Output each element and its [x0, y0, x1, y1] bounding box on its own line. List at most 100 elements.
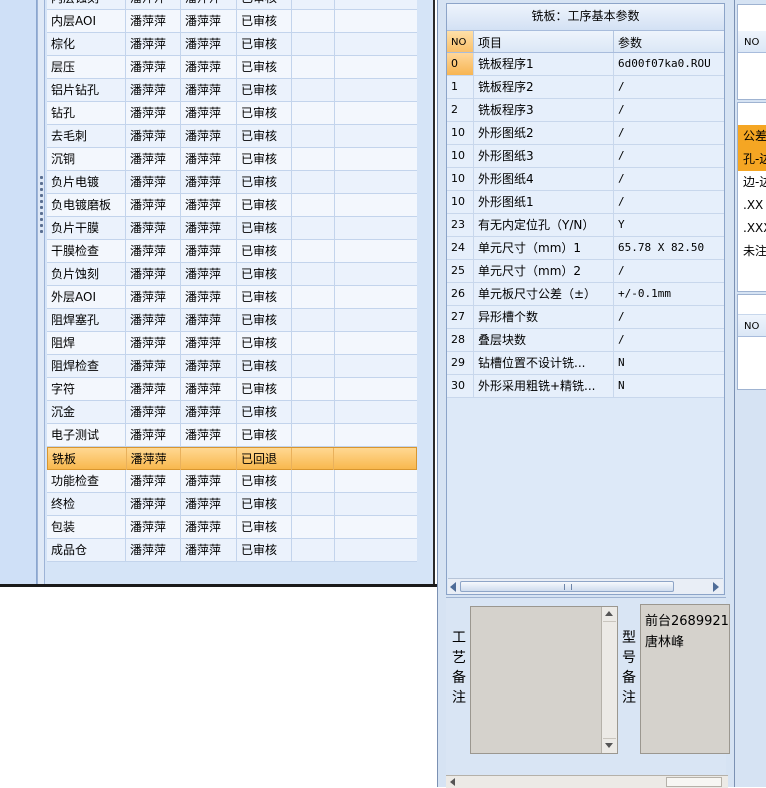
reviewer-cell[interactable]: 潘萍萍 [181, 378, 237, 400]
reviewer-cell[interactable]: 潘萍萍 [181, 217, 237, 239]
creator-cell[interactable]: 潘萍萍 [126, 79, 181, 101]
param-item-cell[interactable]: 铣板程序1 [474, 53, 614, 75]
reviewer-cell[interactable]: 潘萍萍 [181, 309, 237, 331]
table-row[interactable]: 终检 潘萍萍 潘萍萍 已审核 [47, 493, 417, 516]
table-row-selected[interactable]: 铣板 潘萍萍 已回退 [47, 447, 417, 470]
creator-cell[interactable]: 潘萍萍 [126, 470, 181, 492]
param-no-cell[interactable]: 30 [447, 375, 474, 397]
horizontal-scrollbar[interactable] [448, 578, 723, 594]
table-row[interactable]: 内层AOI 潘萍萍 潘萍萍 已审核 [47, 10, 417, 33]
creator-cell[interactable]: 潘萍萍 [126, 125, 181, 147]
process-name-cell[interactable]: 负电镀磨板 [47, 194, 126, 216]
column-header-no[interactable]: NO [738, 315, 766, 337]
creator-cell[interactable]: 潘萍萍 [126, 194, 181, 216]
status-cell[interactable]: 已审核 [237, 470, 292, 492]
process-name-cell[interactable]: 干膜检查 [47, 240, 126, 262]
pane-splitter[interactable] [37, 0, 45, 584]
param-row[interactable]: 1 铣板程序2/ [447, 76, 724, 99]
table-row[interactable]: 字符 潘萍萍 潘萍萍 已审核 [47, 378, 417, 401]
empty-cell[interactable] [335, 355, 417, 377]
reviewer-cell[interactable]: 潘萍萍 [181, 125, 237, 147]
param-value-cell[interactable]: / [614, 260, 724, 282]
param-no-cell[interactable]: 25 [447, 260, 474, 282]
reviewer-cell[interactable]: 潘萍萍 [181, 148, 237, 170]
reviewer-cell[interactable]: 潘萍萍 [181, 33, 237, 55]
process-name-cell[interactable]: 负片蚀刻 [47, 263, 126, 285]
table-row[interactable]: 去毛刺 潘萍萍 潘萍萍 已审核 [47, 125, 417, 148]
empty-cell[interactable] [335, 171, 417, 193]
creator-cell[interactable]: 潘萍萍 [126, 171, 181, 193]
status-cell[interactable]: 已审核 [237, 240, 292, 262]
empty-cell[interactable] [335, 240, 417, 262]
table-row[interactable]: 电子测试 潘萍萍 潘萍萍 已审核 [47, 424, 417, 447]
creator-cell[interactable]: 潘萍萍 [126, 56, 181, 78]
empty-cell[interactable] [292, 470, 335, 492]
param-row[interactable]: 10 外形图纸4/ [447, 168, 724, 191]
creator-cell[interactable]: 潘萍萍 [126, 0, 181, 9]
param-row[interactable]: 28 叠层块数 / [447, 329, 724, 352]
process-name-cell[interactable]: 阻焊 [47, 332, 126, 354]
empty-cell[interactable] [335, 286, 417, 308]
status-cell[interactable]: 已回退 [237, 448, 292, 470]
status-cell[interactable]: 已审核 [237, 56, 292, 78]
param-value-cell[interactable]: N [614, 352, 724, 374]
empty-cell[interactable] [335, 56, 417, 78]
reviewer-cell[interactable]: 潘萍萍 [181, 194, 237, 216]
empty-cell[interactable] [292, 194, 335, 216]
empty-cell[interactable] [292, 424, 335, 446]
process-name-cell[interactable]: 内层蚀刻 [47, 0, 126, 9]
param-row[interactable]: 30 外形采用粗铣+精铣... N [447, 375, 724, 398]
status-cell[interactable]: 已审核 [237, 194, 292, 216]
empty-cell[interactable] [335, 148, 417, 170]
process-name-cell[interactable]: 电子测试 [47, 424, 126, 446]
reviewer-cell[interactable]: 潘萍萍 [181, 539, 237, 561]
creator-cell[interactable]: 潘萍萍 [126, 539, 181, 561]
empty-cell[interactable] [292, 171, 335, 193]
status-cell[interactable]: 已审核 [237, 79, 292, 101]
param-item-cell[interactable]: 铣板程序3 [474, 99, 614, 121]
model-remarks-textarea[interactable]: 前台2689921 唐林峰 [640, 604, 730, 754]
creator-cell[interactable]: 潘萍萍 [126, 33, 181, 55]
param-value-cell[interactable]: / [614, 145, 724, 167]
empty-cell[interactable] [335, 332, 417, 354]
empty-cell[interactable] [292, 539, 335, 561]
table-row[interactable]: 沉铜 潘萍萍 潘萍萍 已审核 [47, 148, 417, 171]
param-row[interactable]: 24 单元尺寸（mm）1 65.78 X 82.50 [447, 237, 724, 260]
param-value-cell[interactable]: +/-0.1mm [614, 283, 724, 305]
creator-cell[interactable]: 潘萍萍 [126, 332, 181, 354]
table-row[interactable]: 阻焊塞孔 潘萍萍 潘萍萍 已审核 [47, 309, 417, 332]
param-no-cell[interactable]: 29 [447, 352, 474, 374]
process-name-cell[interactable]: 负片电镀 [47, 171, 126, 193]
empty-cell[interactable] [292, 448, 335, 470]
empty-cell[interactable] [335, 125, 417, 147]
table-row[interactable]: 负片蚀刻 潘萍萍 潘萍萍 已审核 [47, 263, 417, 286]
empty-cell[interactable] [292, 217, 335, 239]
empty-cell[interactable] [335, 263, 417, 285]
param-item-cell[interactable]: 钻槽位置不设计铣... [474, 352, 614, 374]
empty-cell[interactable] [335, 217, 417, 239]
creator-cell[interactable]: 潘萍萍 [126, 424, 181, 446]
param-item-cell[interactable]: 单元尺寸（mm）1 [474, 237, 614, 259]
status-cell[interactable]: 已审核 [237, 539, 292, 561]
reviewer-cell[interactable]: 潘萍萍 [181, 56, 237, 78]
process-name-cell[interactable]: 铣板 [48, 448, 127, 470]
empty-cell[interactable] [335, 401, 417, 423]
param-no-cell[interactable]: 2 [447, 99, 474, 121]
empty-cell[interactable] [334, 448, 416, 470]
param-item-cell[interactable]: 单元板尺寸公差（±） [474, 283, 614, 305]
empty-cell[interactable] [292, 309, 335, 331]
column-header-item[interactable]: 项目 [474, 31, 614, 52]
status-cell[interactable]: 已审核 [237, 263, 292, 285]
empty-cell[interactable] [292, 263, 335, 285]
creator-cell[interactable]: 潘萍萍 [126, 263, 181, 285]
creator-cell[interactable]: 潘萍萍 [126, 516, 181, 538]
empty-cell[interactable] [292, 355, 335, 377]
param-item-cell[interactable]: 异形槽个数 [474, 306, 614, 328]
scroll-left-arrow-icon[interactable] [450, 778, 455, 786]
status-cell[interactable]: 已审核 [237, 171, 292, 193]
param-value-cell[interactable]: N [614, 375, 724, 397]
scroll-down-arrow-icon[interactable] [605, 743, 613, 748]
table-row[interactable]: 内层蚀刻潘萍萍潘萍萍已审核 [47, 0, 417, 10]
reviewer-cell[interactable]: 潘萍萍 [181, 332, 237, 354]
process-name-cell[interactable]: 成品仓 [47, 539, 126, 561]
